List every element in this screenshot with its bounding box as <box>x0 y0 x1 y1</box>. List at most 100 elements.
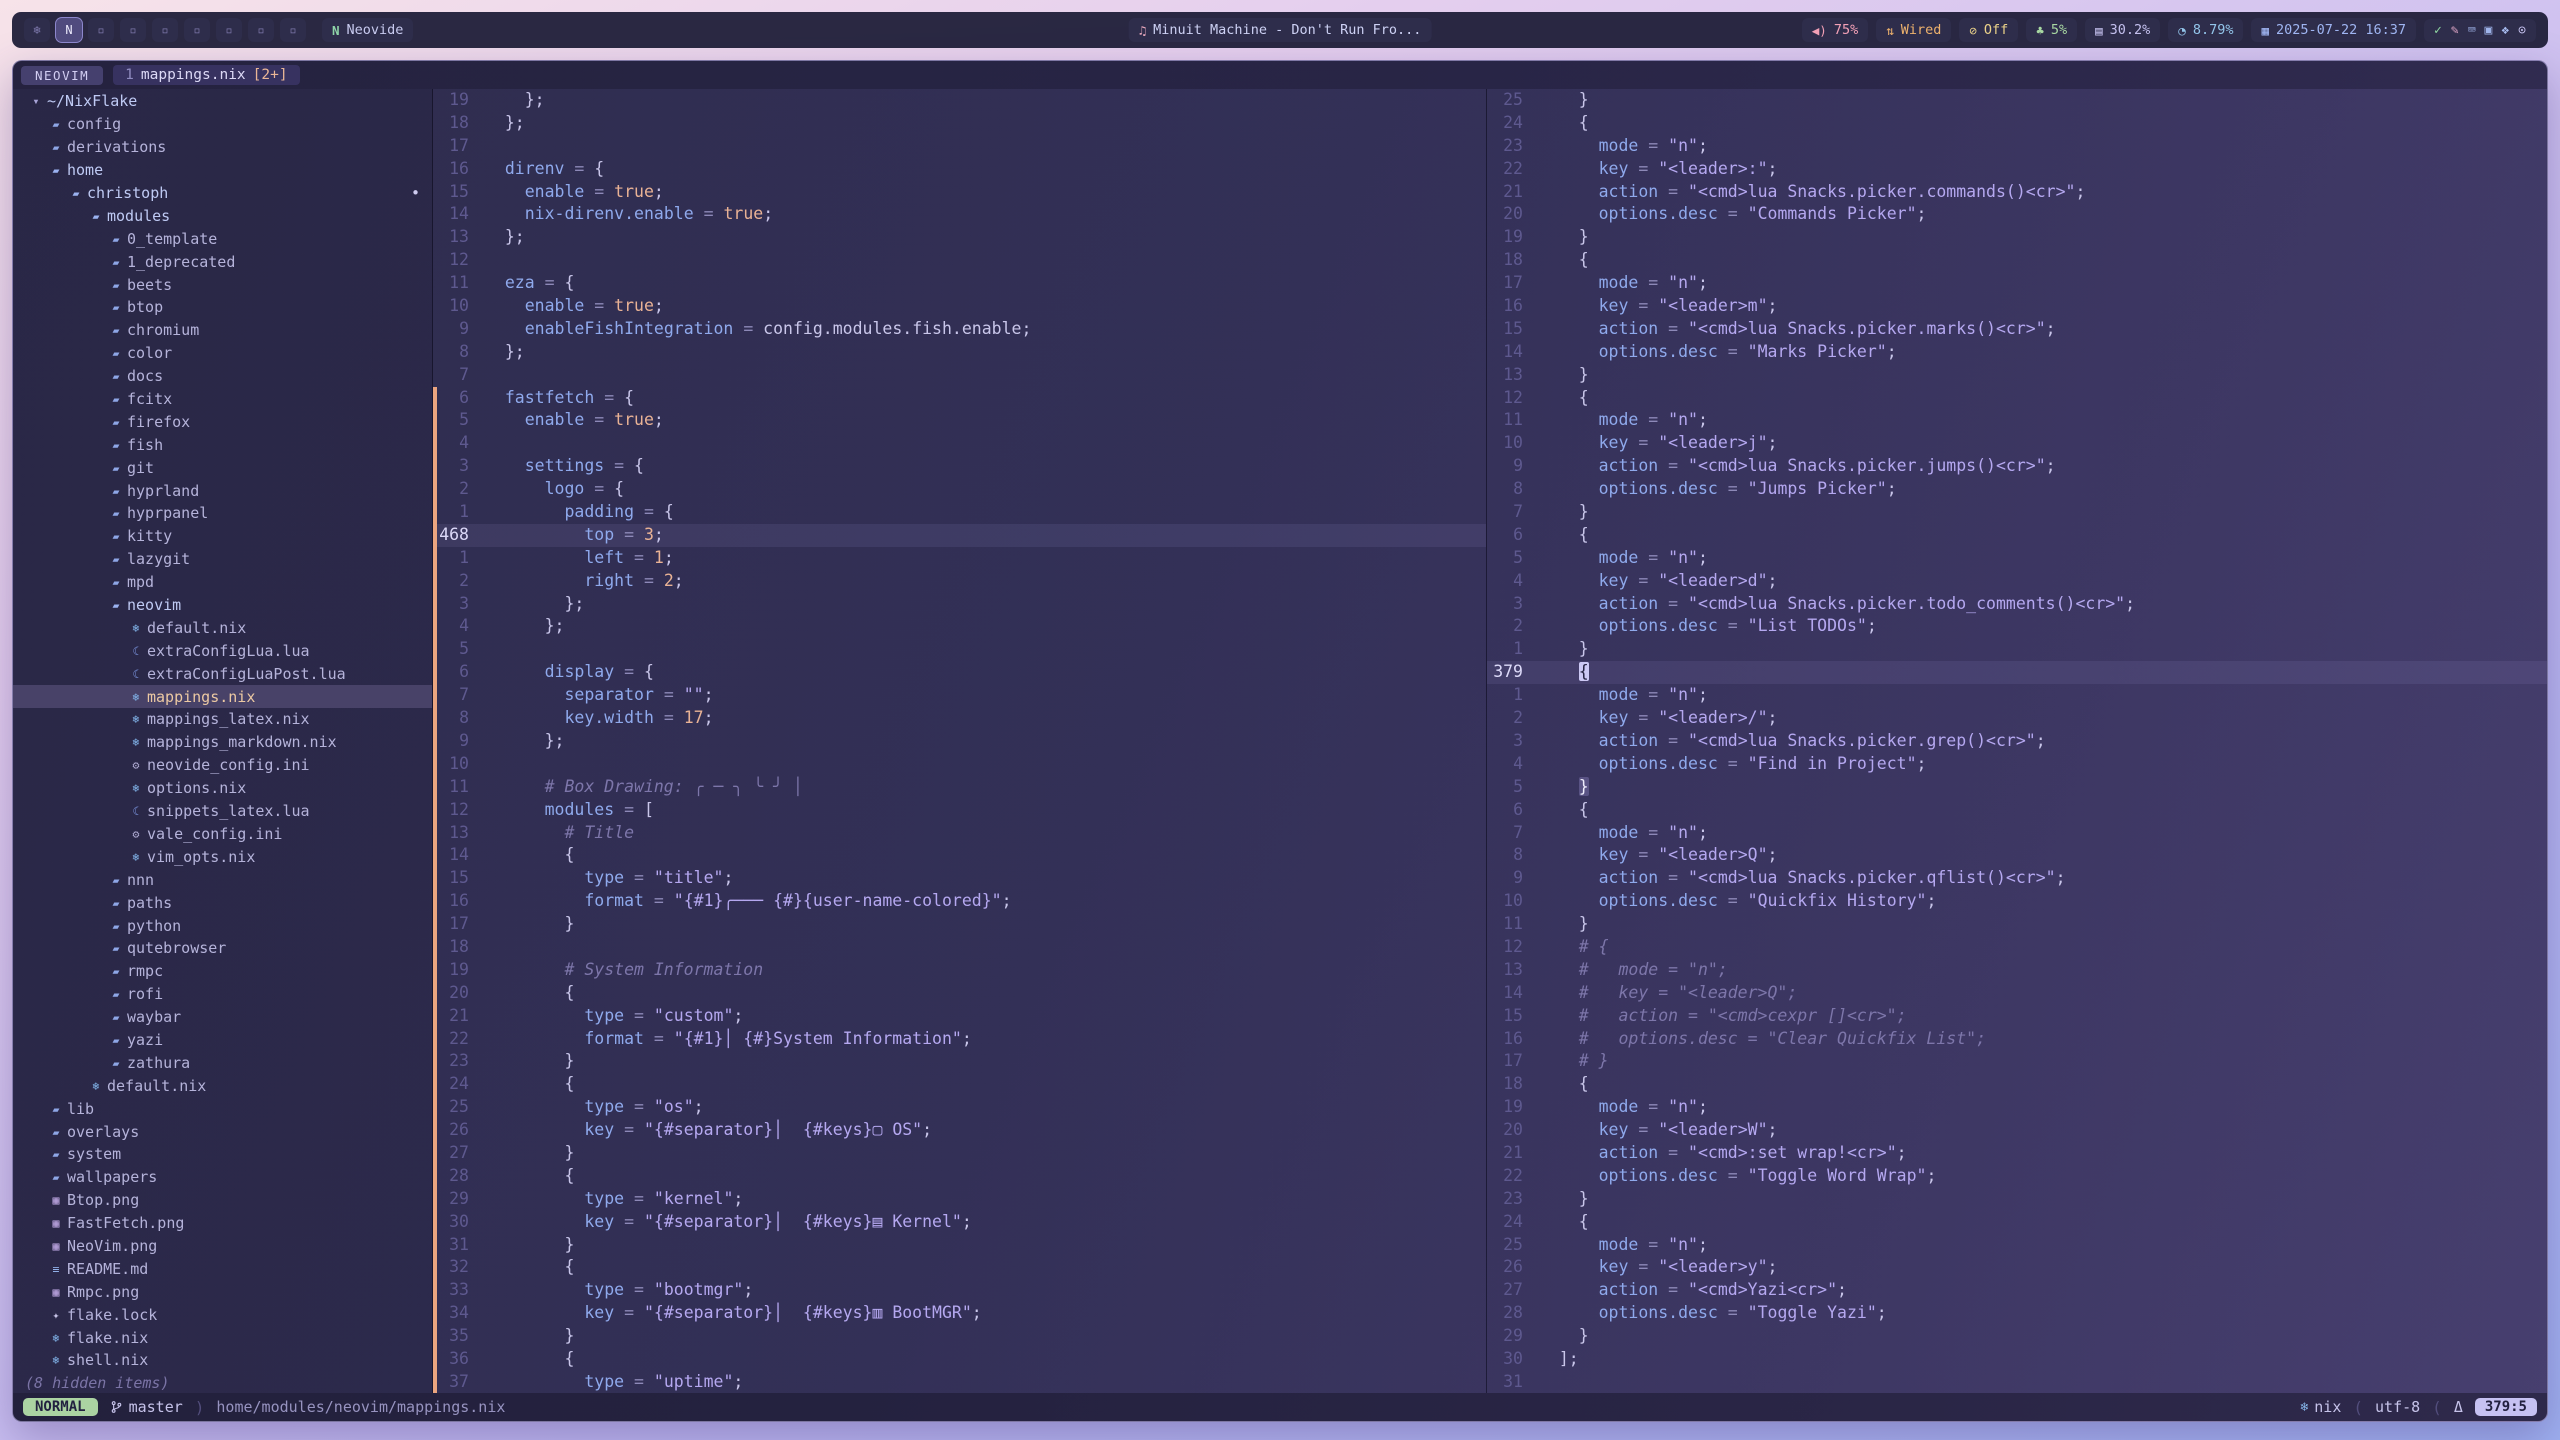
code-line[interactable]: 1 left = 1; <box>433 547 1486 570</box>
code-line[interactable]: 2 right = 2; <box>433 570 1486 593</box>
tree-item-btop[interactable]: ▰btop <box>13 296 432 319</box>
code-line[interactable]: 31 } <box>433 1234 1486 1257</box>
code-line[interactable]: 4 <box>433 432 1486 455</box>
module-volume[interactable]: ◀)75% <box>1802 18 1868 42</box>
code-line[interactable]: 10 <box>433 753 1486 776</box>
tree-item-kitty[interactable]: ▰kitty <box>13 525 432 548</box>
workspace-3[interactable]: ▫ <box>88 18 114 42</box>
code-line[interactable]: 26 key = "{#separator}│ {#keys}▢ OS"; <box>433 1119 1486 1142</box>
code-line[interactable]: 14 nix-direnv.enable = true; <box>433 203 1486 226</box>
code-line[interactable]: 5 mode = "n"; <box>1487 547 2547 570</box>
tree-item-fcitx[interactable]: ▰fcitx <box>13 388 432 411</box>
code-line[interactable]: 3 action = "<cmd>lua Snacks.picker.todo_… <box>1487 593 2547 616</box>
music-player-chip[interactable]: ♫ Minuit Machine - Don't Run Fro... <box>1129 18 1432 42</box>
code-line[interactable]: 20 options.desc = "Commands Picker"; <box>1487 203 2547 226</box>
tree-item-extraConfigLua.lua[interactable]: ☾extraConfigLua.lua <box>13 639 432 662</box>
keyboard-icon[interactable]: ⌨ <box>2468 23 2476 38</box>
git-branch[interactable]: master <box>110 1398 183 1416</box>
tree-item-vale_config.ini[interactable]: ⚙vale_config.ini <box>13 823 432 846</box>
code-line[interactable]: 1 padding = { <box>433 501 1486 524</box>
code-line[interactable]: 31 <box>1487 1371 2547 1393</box>
code-line[interactable]: 4 key = "<leader>d"; <box>1487 570 2547 593</box>
code-line[interactable]: 30 key = "{#separator}│ {#keys}▤ Kernel"… <box>433 1211 1486 1234</box>
workspace-5[interactable]: ▫ <box>152 18 178 42</box>
tree-item-config[interactable]: ▰config <box>13 113 432 136</box>
tree-item-color[interactable]: ▰color <box>13 342 432 365</box>
code-line[interactable]: 17 # } <box>1487 1050 2547 1073</box>
code-line[interactable]: 15 # action = "<cmd>cexpr []<cr>"; <box>1487 1005 2547 1028</box>
tree-item-vim_opts.nix[interactable]: ❄vim_opts.nix <box>13 845 432 868</box>
workspace-1[interactable]: ❄ <box>24 18 50 42</box>
code-line[interactable]: 18 }; <box>433 112 1486 135</box>
tree-item-home[interactable]: ▰home <box>13 159 432 182</box>
code-line[interactable]: 3 settings = { <box>433 455 1486 478</box>
code-line[interactable]: 27 action = "<cmd>Yazi<cr>"; <box>1487 1279 2547 1302</box>
module-network[interactable]: ⇅Wired <box>1876 18 1951 42</box>
code-line[interactable]: 20 { <box>433 982 1486 1005</box>
editor-pane-right[interactable]: 25 }24 {23 mode = "n";22 key = "<leader>… <box>1487 89 2547 1393</box>
code-line[interactable]: 16 key = "<leader>m"; <box>1487 295 2547 318</box>
tree-item-paths[interactable]: ▰paths <box>13 891 432 914</box>
workspace-4[interactable]: ▫ <box>120 18 146 42</box>
code-line[interactable]: 17 <box>433 135 1486 158</box>
module-clock[interactable]: ▦2025-07-22 16:37 <box>2251 18 2416 42</box>
code-line[interactable]: 5 enable = true; <box>433 409 1486 432</box>
code-line[interactable]: 10 key = "<leader>j"; <box>1487 432 2547 455</box>
code-line[interactable]: 32 { <box>433 1256 1486 1279</box>
code-line[interactable]: 23 } <box>433 1050 1486 1073</box>
tree-item-mappings_markdown.nix[interactable]: ❄mappings_markdown.nix <box>13 731 432 754</box>
code-line[interactable]: 17 } <box>433 913 1486 936</box>
code-line[interactable]: 28 options.desc = "Toggle Yazi"; <box>1487 1302 2547 1325</box>
code-line[interactable]: 13 } <box>1487 364 2547 387</box>
code-line[interactable]: 8 key = "<leader>Q"; <box>1487 844 2547 867</box>
tree-item-mappings.nix[interactable]: ❄mappings.nix <box>13 685 432 708</box>
code-line[interactable]: 9 action = "<cmd>lua Snacks.picker.jumps… <box>1487 455 2547 478</box>
tree-item-modules[interactable]: ▰modules <box>13 204 432 227</box>
code-line[interactable]: 12 # { <box>1487 936 2547 959</box>
tree-item-hyprpanel[interactable]: ▰hyprpanel <box>13 502 432 525</box>
display-icon[interactable]: ▣ <box>2485 23 2493 38</box>
tree-item-flake.nix[interactable]: ❄flake.nix <box>13 1326 432 1349</box>
tree-item-wallpapers[interactable]: ▰wallpapers <box>13 1166 432 1189</box>
code-line[interactable]: 24 { <box>1487 1211 2547 1234</box>
code-line[interactable]: 24 { <box>433 1073 1486 1096</box>
tree-item-rofi[interactable]: ▰rofi <box>13 983 432 1006</box>
workspace-7[interactable]: ▫ <box>216 18 242 42</box>
code-line[interactable]: 11 } <box>1487 913 2547 936</box>
code-line[interactable]: 27 } <box>433 1142 1486 1165</box>
code-line[interactable]: 21 type = "custom"; <box>433 1005 1486 1028</box>
tree-item-extraConfigLuaPost.lua[interactable]: ☾extraConfigLuaPost.lua <box>13 662 432 685</box>
code-line[interactable]: 18 <box>433 936 1486 959</box>
code-line[interactable]: 11 eza = { <box>433 272 1486 295</box>
code-line[interactable]: 11 # Box Drawing: ╭ ─ ╮ ╰ ╯ │ <box>433 776 1486 799</box>
code-line[interactable]: 22 key = "<leader>:"; <box>1487 158 2547 181</box>
tree-item-0_template[interactable]: ▰0_template <box>13 227 432 250</box>
module-memory[interactable]: ▤30.2% <box>2085 18 2160 42</box>
tree-item-docs[interactable]: ▰docs <box>13 365 432 388</box>
module-cpu[interactable]: ◔8.79% <box>2168 18 2243 42</box>
code-line[interactable]: 6 { <box>1487 799 2547 822</box>
code-line[interactable]: 10 options.desc = "Quickfix History"; <box>1487 890 2547 913</box>
code-line[interactable]: 18 { <box>1487 249 2547 272</box>
code-line[interactable]: 29 } <box>1487 1325 2547 1348</box>
code-line[interactable]: 1 mode = "n"; <box>1487 684 2547 707</box>
code-line[interactable]: 4 }; <box>433 615 1486 638</box>
active-window-chip[interactable]: N Neovide <box>322 18 413 42</box>
tree-item-1_deprecated[interactable]: ▰1_deprecated <box>13 250 432 273</box>
code-line[interactable]: 9 enableFishIntegration = config.modules… <box>433 318 1486 341</box>
tree-item-python[interactable]: ▰python <box>13 914 432 937</box>
code-line[interactable]: 25 } <box>1487 89 2547 112</box>
code-line[interactable]: 19 } <box>1487 226 2547 249</box>
code-line[interactable]: 16 direnv = { <box>433 158 1486 181</box>
tree-item-zathura[interactable]: ▰zathura <box>13 1051 432 1074</box>
code-line[interactable]: 23 } <box>1487 1188 2547 1211</box>
code-line[interactable]: 33 type = "bootmgr"; <box>433 1279 1486 1302</box>
tree-item-snippets_latex.lua[interactable]: ☾snippets_latex.lua <box>13 800 432 823</box>
code-line[interactable]: 6 display = { <box>433 661 1486 684</box>
tree-item-README.md[interactable]: ≡README.md <box>13 1257 432 1280</box>
tree-item-beets[interactable]: ▰beets <box>13 273 432 296</box>
tree-item-firefox[interactable]: ▰firefox <box>13 410 432 433</box>
bluetooth-icon[interactable]: ❖ <box>2501 23 2509 38</box>
code-line[interactable]: 5 <box>433 638 1486 661</box>
tree-item-~/NixFlake[interactable]: ▾~/NixFlake <box>13 90 432 113</box>
